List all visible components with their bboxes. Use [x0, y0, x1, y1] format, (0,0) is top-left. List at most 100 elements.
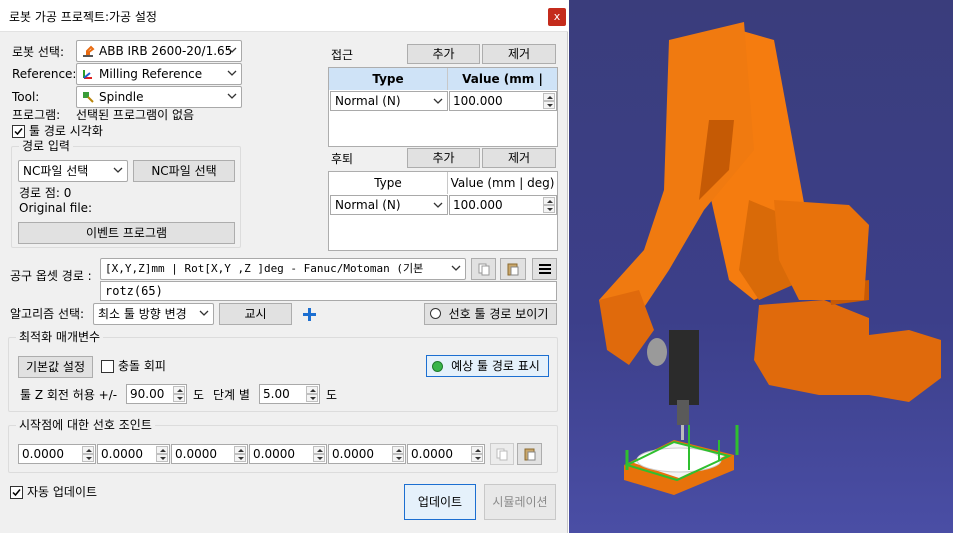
tool-combo[interactable]: Spindle [76, 86, 242, 108]
auto-update-checkbox[interactable] [10, 486, 23, 499]
algorithm-value: 최소 툴 방향 변경 [98, 307, 187, 321]
paste-offset-button[interactable] [500, 258, 526, 280]
spindle-nose [677, 400, 689, 425]
spin-down-icon[interactable] [471, 454, 483, 462]
spin-down-icon[interactable] [82, 454, 94, 462]
spin-down-icon[interactable] [173, 394, 185, 402]
nc-file-select-button[interactable]: NC파일 선택 [133, 160, 235, 182]
paste-icon [507, 263, 519, 276]
spin-up-icon[interactable] [82, 446, 94, 454]
approach-add-button[interactable]: 추가 [407, 44, 480, 64]
spindle-body [669, 330, 699, 405]
chevron-down-icon [433, 98, 443, 104]
step-spinbox[interactable]: 5.00 [259, 384, 320, 404]
joint-4-spinbox[interactable]: 0.0000 [249, 444, 327, 464]
retract-remove-button[interactable]: 제거 [482, 148, 556, 168]
chevron-down-icon [199, 310, 209, 316]
spin-up-icon[interactable] [156, 446, 168, 454]
menu-button[interactable] [532, 258, 557, 280]
spin-down-icon[interactable] [306, 394, 318, 402]
copy-joints-button[interactable] [490, 443, 514, 465]
spin-down-icon[interactable] [156, 454, 168, 462]
tool-value: Spindle [99, 90, 144, 104]
tool-offset-label: 공구 옵셋 경로 : [10, 269, 92, 283]
robot-select-combo[interactable]: ABB IRB 2600-20/1.65 [76, 40, 242, 62]
green-status-icon [432, 361, 443, 372]
teach-button[interactable]: 교시 [219, 303, 292, 325]
collision-avoid-label: 충돌 회피 [118, 359, 166, 373]
collision-avoid-checkbox[interactable] [101, 360, 114, 373]
event-program-button[interactable]: 이벤트 프로그램 [18, 222, 235, 244]
toolpath-visualize-checkbox[interactable] [12, 125, 25, 138]
spin-up-icon[interactable] [543, 197, 555, 205]
joint-1-value: 0.0000 [22, 447, 64, 461]
tool-offset-text[interactable]: rotz(65) [100, 281, 557, 301]
tool-offset-combo[interactable]: [X,Y,Z]mm | Rot[X,Y ,Z ]deg - Fanuc/Moto… [100, 258, 466, 280]
spin-up-icon[interactable] [313, 446, 325, 454]
robot-flange [647, 338, 667, 366]
z-rotation-label: 툴 Z 회전 허용 +/- [20, 388, 118, 402]
z-rotation-spinbox[interactable]: 90.00 [126, 384, 187, 404]
nc-file-combo[interactable]: NC파일 선택 [18, 160, 128, 182]
spin-up-icon[interactable] [234, 446, 246, 454]
robot-select-value: ABB IRB 2600-20/1.65 [99, 44, 233, 58]
simulate-button[interactable]: 시뮬레이션 [484, 484, 556, 520]
preferred-joints-group-title: 시작점에 대한 선호 조인트 [16, 418, 155, 432]
retract-col-type: Type [329, 172, 448, 194]
preferred-path-button[interactable]: 선호 툴 경로 보이기 [424, 303, 557, 325]
title-bar[interactable]: 로봇 가공 프로젝트:가공 설정 x [0, 0, 568, 32]
add-plus-icon[interactable] [302, 307, 317, 322]
joint-1-spinbox[interactable]: 0.0000 [18, 444, 96, 464]
retract-add-button[interactable]: 추가 [407, 148, 480, 168]
toolpath-visualize-label: 툴 경로 시각화 [29, 124, 103, 138]
preferred-path-label: 선호 툴 경로 보이기 [448, 307, 549, 321]
retract-value-spinbox[interactable]: 100.000 [449, 195, 557, 215]
close-button[interactable]: x [548, 8, 566, 26]
default-values-button[interactable]: 기본값 설정 [18, 356, 93, 378]
approach-label: 접근 [331, 48, 354, 62]
paste-joints-button[interactable] [517, 443, 542, 465]
check-icon [14, 128, 23, 136]
z-rotation-value: 90.00 [130, 387, 165, 401]
spin-up-icon[interactable] [173, 386, 185, 394]
joint-2-spinbox[interactable]: 0.0000 [97, 444, 170, 464]
approach-type-combo[interactable]: Normal (N) [330, 91, 448, 111]
optimization-group-title: 최적화 매개변수 [16, 330, 104, 344]
retract-table: Type Value (mm | deg) Normal (N) 100.000 [328, 171, 558, 251]
retract-type-combo[interactable]: Normal (N) [330, 195, 448, 215]
preview-path-label: 예상 툴 경로 표시 [451, 359, 540, 373]
spin-down-icon[interactable] [313, 454, 325, 462]
spin-up-icon[interactable] [306, 386, 318, 394]
update-button[interactable]: 업데이트 [404, 484, 476, 520]
joint-2-value: 0.0000 [101, 447, 143, 461]
spin-up-icon[interactable] [392, 446, 404, 454]
algorithm-combo[interactable]: 최소 툴 방향 변경 [93, 303, 214, 325]
approach-remove-button[interactable]: 제거 [482, 44, 556, 64]
copy-icon [478, 263, 489, 276]
spin-down-icon[interactable] [392, 454, 404, 462]
nc-file-combo-value: NC파일 선택 [23, 164, 89, 178]
preview-path-button[interactable]: 예상 툴 경로 표시 [426, 355, 549, 377]
approach-col-value: Value (mm | deg) [448, 68, 557, 108]
paste-icon [524, 448, 535, 461]
chevron-down-icon [451, 265, 461, 271]
retract-value: 100.000 [453, 198, 503, 212]
retract-col-value: Value (mm | deg) [450, 176, 555, 190]
approach-value-spinbox[interactable]: 100.000 [449, 91, 557, 111]
step-value: 5.00 [263, 387, 290, 401]
reference-combo[interactable]: Milling Reference [76, 63, 242, 85]
chevron-down-icon [433, 202, 443, 208]
copy-offset-button[interactable] [471, 258, 496, 280]
joint-3-spinbox[interactable]: 0.0000 [171, 444, 248, 464]
spin-up-icon[interactable] [543, 93, 555, 101]
joint-6-spinbox[interactable]: 0.0000 [407, 444, 485, 464]
radio-icon [430, 308, 441, 319]
robot-base [754, 300, 941, 402]
3d-viewport[interactable] [569, 0, 953, 533]
approach-value: 100.000 [453, 94, 503, 108]
joint-5-spinbox[interactable]: 0.0000 [328, 444, 406, 464]
spin-up-icon[interactable] [471, 446, 483, 454]
spin-down-icon[interactable] [543, 101, 555, 109]
spin-down-icon[interactable] [234, 454, 246, 462]
spin-down-icon[interactable] [543, 205, 555, 213]
